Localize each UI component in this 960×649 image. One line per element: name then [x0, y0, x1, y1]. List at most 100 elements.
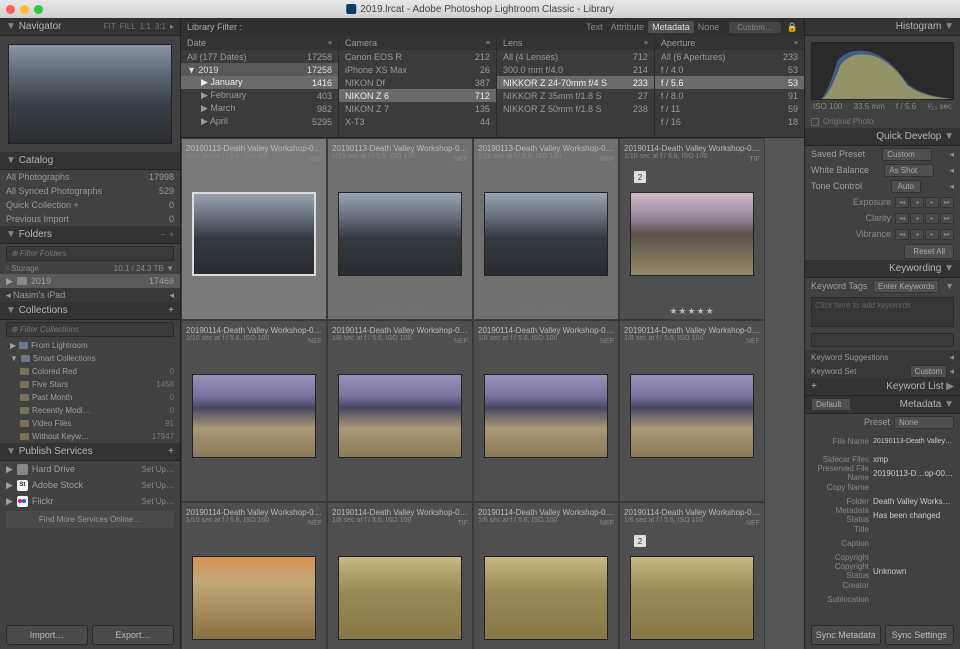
- thumbnail-image[interactable]: [338, 192, 462, 276]
- sync-settings-button[interactable]: Sync Settings: [885, 625, 955, 645]
- smart-collection-item[interactable]: Colored Red0: [0, 365, 180, 378]
- metadata-field[interactable]: Creator: [805, 578, 960, 592]
- export-button[interactable]: Export…: [92, 625, 174, 645]
- metadata-filter-row[interactable]: NIKKOR Z 50mm f/1.8 S238: [497, 102, 654, 115]
- qd-dec[interactable]: ◂: [910, 213, 924, 224]
- nav-fill[interactable]: FILL: [120, 22, 136, 31]
- import-button[interactable]: Import…: [6, 625, 88, 645]
- filter-tab-attribute[interactable]: Attribute: [607, 21, 649, 33]
- smart-collection-item[interactable]: Past Month0: [0, 391, 180, 404]
- ipad-row[interactable]: ◂ Nasim's iPad◂: [0, 288, 180, 302]
- navigator-preview[interactable]: [8, 44, 172, 144]
- grid-cell[interactable]: 20190113-Death Valley Workshop-0001 1/13…: [181, 138, 327, 320]
- qd-wb-select[interactable]: As Shot: [884, 164, 934, 177]
- original-photo-check[interactable]: [811, 118, 819, 126]
- grid-cell[interactable]: 20190114-Death Valley Workshop-0017 1/8 …: [619, 320, 765, 502]
- qd-dec[interactable]: ◂: [910, 229, 924, 240]
- qd-dec2[interactable]: ◂◂: [895, 229, 909, 240]
- qd-preset-select[interactable]: Custom: [882, 148, 932, 161]
- grid-cell[interactable]: 20190114-Death Valley Workshop-0031 1/8 …: [327, 502, 473, 649]
- metadata-filter-row[interactable]: NIKON Z 6712: [339, 89, 496, 102]
- qd-inc[interactable]: ▸: [925, 197, 939, 208]
- metadata-filter-row[interactable]: ▶ March982: [181, 102, 338, 115]
- quick-develop-header[interactable]: Quick Develop ▼: [805, 128, 960, 146]
- catalog-header[interactable]: ▼ Catalog: [0, 152, 180, 170]
- lock-icon[interactable]: 🔒: [787, 22, 798, 33]
- nav-1to1[interactable]: 1:1: [140, 22, 151, 31]
- publish-service-item[interactable]: ▶Hard DriveSet Up…: [0, 461, 180, 477]
- qd-auto-button[interactable]: Auto: [891, 180, 921, 193]
- nav-fit[interactable]: FIT: [104, 22, 116, 31]
- histogram-display[interactable]: [811, 42, 954, 100]
- smart-collection-item[interactable]: Five Stars1458: [0, 378, 180, 391]
- grid-cell[interactable]: 20190114-Death Valley Workshop-0016 1/8 …: [473, 320, 619, 502]
- metadata-field[interactable]: Caption: [805, 536, 960, 550]
- metadata-filter-row[interactable]: All (177 Dates)17258: [181, 50, 338, 63]
- metadata-filter-row[interactable]: f / 4.053: [655, 63, 804, 76]
- metadata-column-header[interactable]: Date≡: [181, 36, 338, 50]
- metadata-filter-row[interactable]: f / 1618: [655, 115, 804, 128]
- catalog-item[interactable]: Quick Collection +0: [0, 198, 180, 212]
- filter-tab-metadata[interactable]: Metadata: [648, 21, 694, 33]
- metadata-header[interactable]: Default Metadata ▼: [805, 396, 960, 414]
- qd-inc[interactable]: ▸: [925, 213, 939, 224]
- grid-cell[interactable]: 20190114-Death Valley Workshop-0033 1/6 …: [619, 502, 765, 649]
- metadata-field[interactable]: Metadata StatusHas been changed: [805, 508, 960, 522]
- catalog-item[interactable]: All Synced Photographs529: [0, 184, 180, 198]
- folders-header[interactable]: ▼ Folders − +: [0, 226, 180, 244]
- metadata-filter-row[interactable]: All (6 Apertures)233: [655, 50, 804, 63]
- filter-tab-none[interactable]: None: [694, 21, 724, 33]
- qd-tone-expand[interactable]: ◂: [949, 181, 954, 192]
- catalog-item[interactable]: All Photographs17998: [0, 170, 180, 184]
- close-window-button[interactable]: [6, 5, 15, 14]
- grid-cell[interactable]: 20190114-Death Valley Workshop-0032 1/6 …: [473, 502, 619, 649]
- maximize-window-button[interactable]: [34, 5, 43, 14]
- metadata-filter-row[interactable]: ▶ February403: [181, 89, 338, 102]
- catalog-item[interactable]: Previous Import0: [0, 212, 180, 226]
- grid-cell[interactable]: 20190113-Death Valley Workshop-0002 1/13…: [327, 138, 473, 320]
- metadata-filter-row[interactable]: ▶ January1416: [181, 76, 338, 89]
- find-more-services[interactable]: Find More Services Online…: [6, 511, 174, 528]
- metadata-column-header[interactable]: Camera≡: [339, 36, 496, 50]
- qd-inc2[interactable]: ▸▸: [940, 197, 954, 208]
- grid-cell[interactable]: 20190114-Death Valley Workshop-0013 1/10…: [181, 320, 327, 502]
- keyword-textarea[interactable]: Click here to add keywords: [811, 297, 954, 327]
- metadata-filter-row[interactable]: All (4 Lenses)712: [497, 50, 654, 63]
- thumbnail-image[interactable]: [338, 556, 462, 640]
- histogram-header[interactable]: Histogram ▼: [805, 18, 960, 36]
- metadata-field[interactable]: Copyright StatusUnknown: [805, 564, 960, 578]
- metadata-column-header[interactable]: Aperture≡: [655, 36, 804, 50]
- smart-collection-item[interactable]: Without Keyw…17947: [0, 430, 180, 443]
- filter-custom[interactable]: Custom…: [729, 22, 781, 33]
- thumbnail-image[interactable]: [484, 556, 608, 640]
- thumbnail-image[interactable]: [630, 374, 754, 458]
- stack-badge[interactable]: 2: [634, 171, 646, 183]
- thumbnail-image[interactable]: [484, 374, 608, 458]
- metadata-filter-row[interactable]: NIKON Z 7135: [339, 102, 496, 115]
- metadata-filter-row[interactable]: NIKKOR Z 35mm f/1.8 S27: [497, 89, 654, 102]
- publish-service-item[interactable]: ▶FlickrSet Up…: [0, 493, 180, 509]
- folder-2019[interactable]: ▶ 2019 17469: [0, 274, 180, 288]
- qd-wb-expand[interactable]: ◂: [949, 165, 954, 176]
- thumbnail-image[interactable]: [192, 192, 316, 276]
- thumbnail-image[interactable]: [192, 374, 316, 458]
- collection-smart[interactable]: ▼ Smart Collections: [0, 352, 180, 365]
- keyword-list-header[interactable]: +Keyword List ▶: [805, 378, 960, 396]
- reset-all-button[interactable]: Reset All: [904, 244, 954, 259]
- smart-collection-item[interactable]: Recently Modi…0: [0, 404, 180, 417]
- metadata-filter-row[interactable]: X-T344: [339, 115, 496, 128]
- thumbnail-image[interactable]: [192, 556, 316, 640]
- smart-collection-item[interactable]: Video Files91: [0, 417, 180, 430]
- collection-from-lightroom[interactable]: ▶ From Lightroom: [0, 339, 180, 352]
- metadata-filter-row[interactable]: NIKKOR Z 24-70mm f/4 S233: [497, 76, 654, 89]
- thumbnail-image[interactable]: [630, 556, 754, 640]
- grid-cell[interactable]: 20190114-Death Valley Workshop-0030 1/10…: [181, 502, 327, 649]
- qd-dec[interactable]: ◂: [910, 197, 924, 208]
- nav-3to1[interactable]: 3:1: [155, 22, 166, 31]
- metadata-filter-row[interactable]: ▼ 201917258: [181, 63, 338, 76]
- metadata-filter-row[interactable]: f / 5.653: [655, 76, 804, 89]
- metadata-filter-row[interactable]: 300.0 mm f/4.0214: [497, 63, 654, 76]
- metadata-field[interactable]: Preserved File Name20190113-D…op-0001.NE…: [805, 466, 960, 480]
- grid-cell[interactable]: 20190113-Death Valley Workshop-0003 1/10…: [473, 138, 619, 320]
- metadata-default-select[interactable]: Default: [811, 398, 851, 411]
